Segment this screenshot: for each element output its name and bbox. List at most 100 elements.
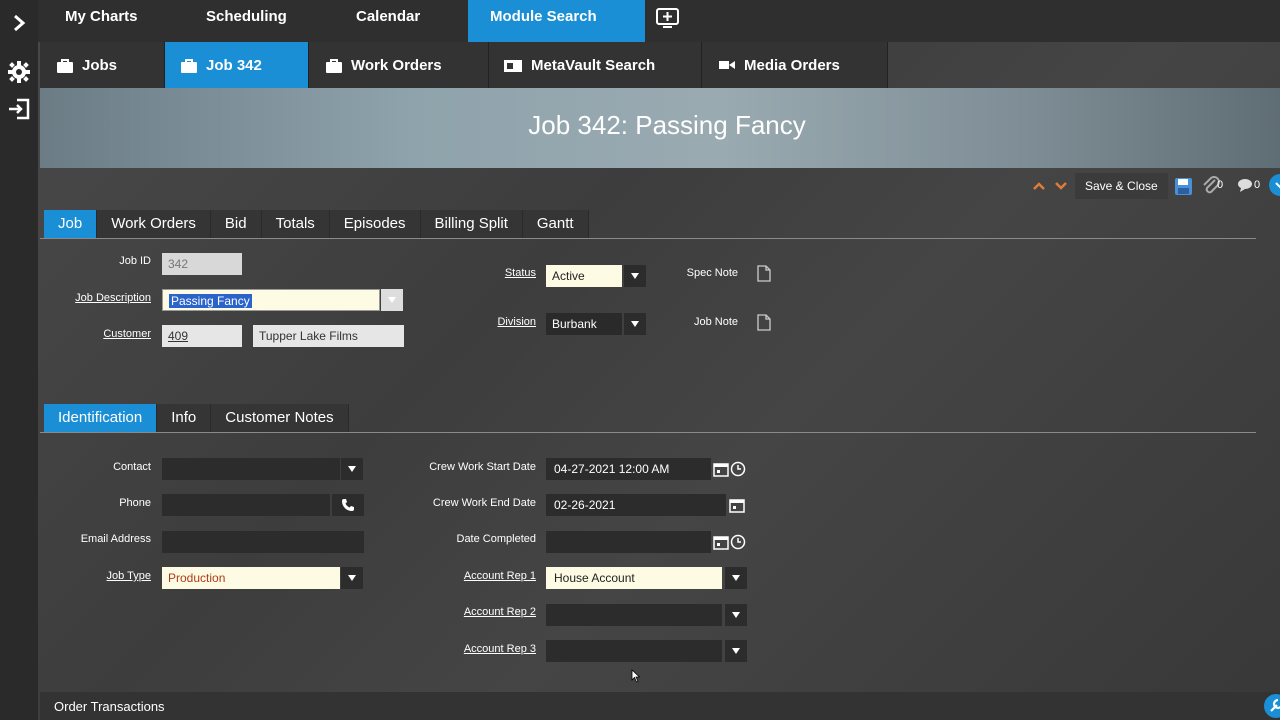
crew-end-label: Crew Work End Date <box>432 497 536 509</box>
comment-icon[interactable] <box>1237 178 1253 192</box>
top-nav-module-search[interactable]: Module Search <box>468 0 645 42</box>
tab-gantt[interactable]: Gantt <box>522 210 589 238</box>
subnav-label: Media Orders <box>744 56 840 74</box>
clock-icon[interactable] <box>730 461 746 477</box>
expand-icon[interactable] <box>1269 174 1280 196</box>
divider <box>40 432 1256 433</box>
job-type-field[interactable]: Production <box>162 567 340 589</box>
calendar-icon[interactable] <box>713 461 729 477</box>
save-close-button[interactable]: Save & Close <box>1075 173 1168 199</box>
divider <box>40 238 1256 239</box>
tab-episodes[interactable]: Episodes <box>329 210 421 238</box>
document-icon[interactable] <box>757 314 771 331</box>
tab-identification[interactable]: Identification <box>44 404 158 432</box>
tab-totals[interactable]: Totals <box>261 210 330 238</box>
chevron-right-icon[interactable] <box>5 9 33 37</box>
top-nav-calendar[interactable]: Calendar <box>334 0 468 42</box>
date-completed-field[interactable] <box>546 531 711 553</box>
top-nav-my-charts[interactable]: My Charts <box>38 0 184 42</box>
division-label[interactable]: Division <box>460 316 536 328</box>
contact-label: Contact <box>113 461 151 473</box>
top-nav-scheduling[interactable]: Scheduling <box>184 0 334 42</box>
tab-work-orders[interactable]: Work Orders <box>97 210 211 238</box>
customer-label[interactable]: Customer <box>60 328 151 340</box>
mouse-cursor-icon <box>631 669 641 683</box>
clock-icon[interactable] <box>730 534 746 550</box>
calendar-icon[interactable] <box>729 497 745 513</box>
crew-end-field[interactable]: 02-26-2021 <box>546 494 726 516</box>
logout-icon[interactable] <box>5 95 33 123</box>
crew-start-field[interactable]: 04-27-2021 12:00 AM <box>546 458 711 480</box>
subnav-jobs[interactable]: Jobs <box>40 42 165 88</box>
job-description-field[interactable]: Passing Fancy <box>162 289 380 311</box>
crew-start-label: Crew Work Start Date <box>429 461 536 473</box>
job-type-label[interactable]: Job Type <box>50 570 151 582</box>
division-field[interactable]: Burbank <box>546 313 622 335</box>
account-rep-2-field[interactable] <box>546 604 722 626</box>
add-screen-icon[interactable] <box>655 7 681 29</box>
comment-count: 0 <box>1254 179 1261 191</box>
tab-job[interactable]: Job <box>44 210 98 238</box>
vault-icon <box>504 59 522 72</box>
account-rep-1-dropdown[interactable] <box>725 567 747 589</box>
account-rep-1-field[interactable]: House Account <box>546 567 722 589</box>
job-banner: Job 342: Passing Fancy <box>40 88 1280 168</box>
document-icon[interactable] <box>757 265 771 282</box>
record-toolbar: Save & Close 0 0 <box>1020 172 1280 200</box>
phone-label: Phone <box>119 497 151 509</box>
job-note-label: Job Note <box>693 316 738 328</box>
account-rep-2-label[interactable]: Account Rep 2 <box>400 606 536 618</box>
subnav-work-orders[interactable]: Work Orders <box>309 42 489 88</box>
attachment-count: 0 <box>1217 179 1224 191</box>
account-rep-3-label[interactable]: Account Rep 3 <box>400 643 536 655</box>
division-dropdown[interactable] <box>624 313 646 335</box>
contact-field[interactable] <box>162 458 340 480</box>
tab-customer-notes[interactable]: Customer Notes <box>211 404 349 432</box>
job-tabs: Job Work Orders Bid Totals Episodes Bill… <box>44 210 589 238</box>
subnav-label: Job 342 <box>206 56 262 74</box>
left-rail <box>0 0 38 720</box>
subnav-media-orders[interactable]: Media Orders <box>702 42 888 88</box>
calendar-icon[interactable] <box>713 534 729 550</box>
phone-field[interactable] <box>162 494 330 516</box>
job-id-label: Job ID <box>119 255 151 267</box>
subnav-job-342[interactable]: Job 342 <box>165 42 309 88</box>
page-title: Job 342: Passing Fancy <box>528 110 806 140</box>
tab-billing-split[interactable]: Billing Split <box>420 210 523 238</box>
contact-dropdown[interactable] <box>341 458 363 480</box>
tab-bid[interactable]: Bid <box>210 210 262 238</box>
order-transactions-bar[interactable]: Order Transactions <box>40 692 1280 720</box>
chevron-down-icon[interactable] <box>1054 181 1068 191</box>
phone-icon[interactable] <box>332 494 364 516</box>
account-rep-1-label[interactable]: Account Rep 1 <box>400 570 536 582</box>
job-description-label[interactable]: Job Description <box>50 292 151 304</box>
gear-icon[interactable] <box>5 58 33 86</box>
status-dropdown[interactable] <box>624 265 646 287</box>
sub-nav: Jobs Job 342 Work Orders MetaVault Searc… <box>40 42 888 88</box>
video-camera-icon <box>719 61 735 69</box>
top-nav: My Charts Scheduling Calendar Module Sea… <box>38 0 1280 42</box>
status-field[interactable]: Active <box>546 265 622 287</box>
wrench-icon[interactable] <box>1264 694 1280 718</box>
briefcase-icon <box>181 58 197 73</box>
briefcase-icon <box>57 58 73 73</box>
subnav-label: Jobs <box>82 56 118 74</box>
email-field[interactable] <box>162 531 364 553</box>
job-description-value: Passing Fancy <box>169 294 252 308</box>
job-type-dropdown[interactable] <box>341 567 363 589</box>
account-rep-3-dropdown[interactable] <box>725 640 747 662</box>
customer-id-field[interactable]: 409 <box>162 325 242 347</box>
status-label[interactable]: Status <box>460 267 536 279</box>
save-icon[interactable] <box>1174 177 1193 196</box>
order-transactions-label: Order Transactions <box>54 699 165 714</box>
chevron-up-icon[interactable] <box>1032 181 1046 191</box>
subnav-metavault-search[interactable]: MetaVault Search <box>489 42 702 88</box>
email-label: Email Address <box>80 533 151 545</box>
subnav-label: MetaVault Search <box>531 56 656 74</box>
job-description-dropdown[interactable] <box>381 289 403 311</box>
account-rep-3-field[interactable] <box>546 640 722 662</box>
tab-info[interactable]: Info <box>157 404 212 432</box>
app-window: My Charts Scheduling Calendar Module Sea… <box>0 0 1280 720</box>
account-rep-2-dropdown[interactable] <box>725 604 747 626</box>
subnav-label: Work Orders <box>351 56 442 74</box>
